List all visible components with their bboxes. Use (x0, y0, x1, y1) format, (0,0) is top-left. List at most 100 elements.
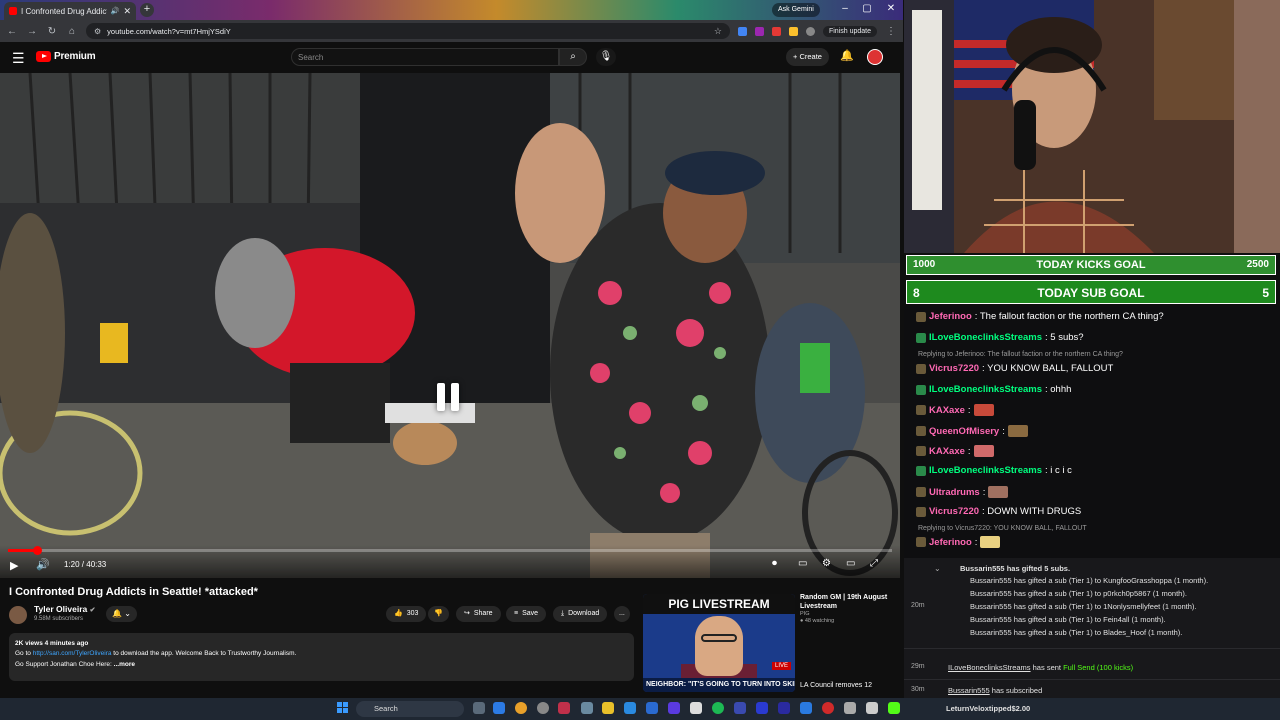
dislike-button[interactable]: 👎 (428, 606, 449, 622)
search-button[interactable]: ⌕ (559, 48, 587, 66)
chat-username[interactable]: Jeferinoo (929, 537, 972, 548)
chrome-icon[interactable] (515, 702, 527, 714)
create-button[interactable]: + Create (786, 48, 829, 66)
fullscreen-icon[interactable]: ⤢ (870, 558, 878, 569)
forward-icon[interactable]: → (26, 26, 38, 37)
file-explorer-icon[interactable] (602, 702, 614, 714)
video-description[interactable]: 2K views 4 minutes ago Go to http://san.… (9, 633, 634, 681)
minimize-icon[interactable]: – (836, 3, 854, 14)
notifications-bell-icon[interactable]: 🔔 (840, 49, 854, 62)
app-icon[interactable] (537, 702, 549, 714)
event-user[interactable]: ILoveBoneclinksStreams (948, 663, 1031, 672)
settings-gear-icon[interactable]: ⚙ (822, 558, 831, 569)
task-view-icon[interactable] (473, 702, 485, 714)
chat-username[interactable]: Ultradrums (929, 487, 980, 498)
webcam-feed (904, 0, 1280, 253)
app-icon[interactable] (646, 702, 658, 714)
gift-event: Bussarin555 has gifted a sub (Tier 1) to… (970, 628, 1183, 637)
app-icon[interactable] (581, 702, 593, 714)
app-icon[interactable] (800, 702, 812, 714)
download-button[interactable]: ⤓ Download (553, 606, 608, 622)
start-button[interactable] (337, 702, 349, 714)
theater-mode-icon[interactable]: ▭ (846, 558, 855, 569)
collapse-chevron-icon[interactable]: ⌄ (934, 564, 941, 573)
save-button[interactable]: ≡ Save (506, 606, 547, 622)
autoplay-toggle-icon[interactable]: ⏺ (772, 558, 777, 569)
chat-username[interactable]: Vicrus7220 (929, 506, 979, 517)
extension-icon[interactable] (771, 26, 781, 36)
hamburger-menu-icon[interactable]: ☰ (12, 50, 25, 67)
event-user[interactable]: LeturnVeloxtipped (946, 704, 1011, 713)
app-icon[interactable] (624, 702, 636, 714)
progress-bar[interactable] (8, 546, 892, 555)
youtube-favicon-icon (9, 7, 17, 15)
maximize-icon[interactable]: ▢ (858, 3, 876, 14)
reload-icon[interactable]: ↻ (46, 26, 58, 37)
app-icon[interactable] (844, 702, 856, 714)
maps-icon[interactable] (822, 702, 834, 714)
chat-username[interactable]: Jeferinoo (929, 311, 972, 322)
tab-strip: I Confronted Drug Addicts 🔊 ✕ + Ask Gemi… (0, 0, 903, 20)
volume-icon[interactable]: 🔊 (36, 558, 50, 571)
channel-avatar[interactable] (9, 606, 27, 624)
app-icon[interactable] (756, 702, 768, 714)
youtube-logo[interactable]: Premium (36, 51, 96, 62)
chat-username[interactable]: ILoveBoneclinksStreams (929, 465, 1042, 476)
app-icon[interactable] (690, 702, 702, 714)
app-icon[interactable] (668, 702, 680, 714)
app-icon[interactable] (734, 702, 746, 714)
chat-username[interactable]: KAXaxe (929, 405, 965, 416)
subscribed-bell-button[interactable]: 🔔 ⌄ (106, 606, 137, 622)
progress-scrubber[interactable] (33, 546, 43, 555)
event-user[interactable]: Bussarin555 (948, 686, 990, 695)
chat-username[interactable]: Vicrus7220 (929, 363, 979, 374)
extension-icon[interactable] (788, 26, 798, 36)
voice-search-button[interactable]: 🎙 (596, 48, 616, 66)
video-player[interactable] (0, 73, 900, 578)
home-icon[interactable]: ⌂ (66, 26, 78, 37)
browser-tab[interactable]: I Confronted Drug Addicts 🔊 ✕ (4, 2, 136, 20)
related-video-info[interactable]: Random GM | 19th August Livestream PIG ●… (800, 593, 896, 625)
premiere-icon[interactable] (778, 702, 790, 714)
chat-username[interactable]: ILoveBoneclinksStreams (929, 384, 1042, 395)
bookmark-star-icon[interactable]: ☆ (714, 26, 722, 37)
browser-menu-icon[interactable]: ⋮ (885, 26, 897, 37)
obs-icon[interactable] (558, 702, 570, 714)
event-divider (904, 679, 1280, 680)
finish-update-button[interactable]: Finish update (822, 25, 877, 37)
spotify-icon[interactable] (712, 702, 724, 714)
chat-username[interactable]: ILoveBoneclinksStreams (929, 332, 1042, 343)
app-icon[interactable] (866, 702, 878, 714)
new-tab-button[interactable]: + (140, 3, 154, 17)
extension-icon[interactable] (754, 26, 764, 36)
tab-close-icon[interactable]: ✕ (123, 6, 131, 17)
more-actions-button[interactable]: ... (614, 606, 630, 622)
search-input[interactable]: Search (291, 48, 559, 66)
like-button[interactable]: 👍 303 (386, 606, 427, 622)
account-avatar[interactable] (867, 49, 883, 65)
extension-icon[interactable] (737, 26, 747, 36)
pause-overlay-icon[interactable] (434, 381, 462, 413)
ask-gemini-button[interactable]: Ask Gemini (772, 3, 820, 17)
chat-username[interactable]: KAXaxe (929, 446, 965, 457)
related-video-thumbnail[interactable]: PIG LIVESTREAM LIVE NEIGHBOR: "IT'S GOIN… (643, 594, 795, 692)
chat-message: ILoveBoneclinksStreams: 5 subs? (916, 332, 1084, 343)
show-more-link[interactable]: ...more (114, 661, 135, 668)
next-related-video-title[interactable]: LA Council removes 12 (800, 681, 896, 690)
taskbar-search[interactable]: Search (356, 701, 464, 717)
thumbnail-glasses (701, 634, 737, 642)
close-window-icon[interactable]: ✕ (882, 3, 900, 14)
chat-text: : 5 subs? (1045, 332, 1084, 343)
profile-icon[interactable] (805, 26, 815, 36)
captions-icon[interactable]: ▭ (798, 558, 807, 569)
chat-username[interactable]: QueenOfMisery (929, 426, 999, 437)
back-icon[interactable]: ← (6, 26, 18, 37)
share-button[interactable]: ↪ Share (456, 606, 501, 622)
site-info-icon[interactable]: ⚙ (94, 27, 101, 36)
channel-name[interactable]: Tyler Oliveira ✔ (34, 604, 95, 614)
edge-icon[interactable] (493, 702, 505, 714)
kick-icon[interactable] (888, 702, 900, 714)
description-link[interactable]: http://san.com/TylerOliveira (33, 650, 112, 657)
address-field[interactable]: ⚙ youtube.com/watch?v=mt7HmjYSdiY ☆ (86, 23, 730, 39)
play-icon[interactable]: ▶ (10, 559, 18, 572)
